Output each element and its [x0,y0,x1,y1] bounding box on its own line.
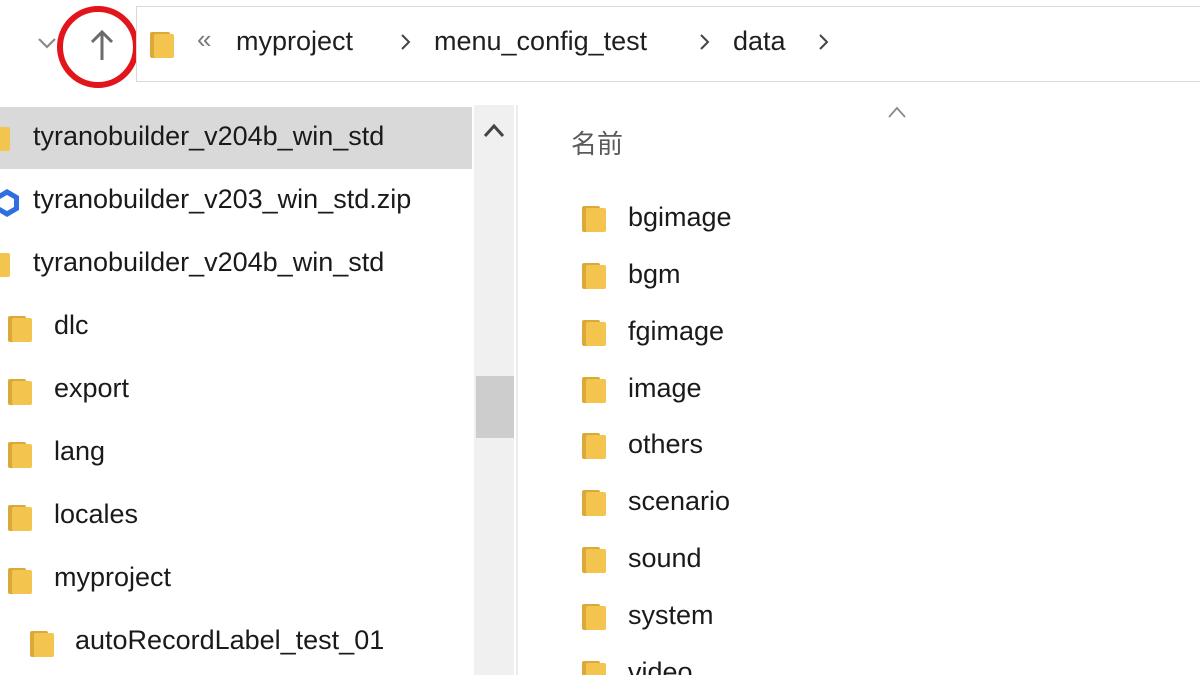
file-item-bgimage[interactable]: bgimage [570,194,1190,246]
folder-icon [8,379,32,405]
breadcrumb-data[interactable]: data [733,26,786,57]
nav-item-label: lang [54,436,106,466]
folder-icon [582,547,606,573]
nav-item-label: tyranobuilder_v204b_win_std [33,121,385,151]
folder-icon [0,127,10,151]
folder-icon [582,320,606,346]
nav-item-lang[interactable]: lang [0,422,474,484]
file-item-label: video [628,657,693,675]
breadcrumb-overflow-icon[interactable]: « [197,24,211,55]
name-column-header[interactable]: 名前 [571,124,623,161]
chevron-right-icon[interactable] [697,33,711,51]
nav-item-dlc[interactable]: dlc [0,296,474,358]
nav-item-label: tyranobuilder_v204b_win_std [33,247,385,277]
chevron-right-icon[interactable] [398,33,412,51]
folder-icon [8,505,32,531]
file-item-label: fgimage [628,316,725,346]
nav-item-autorecordlabel[interactable]: autoRecordLabel_test_01 [0,611,474,673]
folder-icon [150,32,174,58]
nav-item-label: export [54,373,130,403]
file-item-others[interactable]: others [570,421,1190,473]
breadcrumb-myproject[interactable]: myproject [236,26,353,57]
pane-divider[interactable] [516,105,518,675]
folder-icon [582,206,606,232]
folder-icon [30,631,54,657]
file-item-scenario[interactable]: scenario [570,478,1190,530]
nav-item-export[interactable]: export [0,359,474,421]
file-item-label: image [628,373,702,403]
file-item-label: sound [628,543,702,573]
nav-item-label: autoRecordLabel_test_01 [75,625,385,655]
nav-item-locales[interactable]: locales [0,485,474,547]
file-item-label: bgimage [628,202,732,232]
up-arrow-icon[interactable] [82,24,122,66]
chevron-right-icon[interactable] [816,33,830,51]
folder-icon [582,433,606,459]
nav-item-label: tyranobuilder_v203_win_std.zip [33,184,412,214]
file-item-label: scenario [628,486,731,516]
navigation-toolbar: « myproject menu_config_test data [0,0,1200,92]
file-item-label: others [628,429,704,459]
folder-icon [582,490,606,516]
nav-item-tyranobuilder-zip[interactable]: tyranobuilder_v203_win_std.zip [0,170,474,232]
folder-icon [582,661,606,675]
recent-locations-chevron-icon[interactable] [34,30,60,56]
folder-icon [582,263,606,289]
file-item-fgimage[interactable]: fgimage [570,308,1190,360]
folder-icon [582,377,606,403]
nav-item-label: locales [54,499,139,529]
file-item-image[interactable]: image [570,365,1190,417]
scrollbar-thumb[interactable] [476,376,514,438]
folder-icon [8,316,32,342]
navigation-pane: tyranobuilder_v204b_win_std tyranobuilde… [0,92,474,675]
folder-icon [0,253,10,277]
nav-item-label: dlc [54,310,89,340]
nav-item-tyranobuilder-v204b-2[interactable]: tyranobuilder_v204b_win_std [0,233,474,295]
file-item-video[interactable]: video [570,623,1190,675]
folder-icon [8,568,32,594]
zip-archive-icon [0,189,19,217]
folder-icon [8,442,32,468]
nav-item-label: myproject [54,562,172,592]
nav-item-myproject[interactable]: myproject [0,548,474,610]
file-item-sound[interactable]: sound [570,535,1190,587]
file-item-bgm[interactable]: bgm [570,251,1190,303]
sort-ascending-icon [888,106,906,118]
file-item-label: bgm [628,259,681,289]
scroll-up-arrow-icon[interactable] [474,112,514,148]
breadcrumb-menu-config-test[interactable]: menu_config_test [434,26,647,57]
nav-item-tyranobuilder-v204b[interactable]: tyranobuilder_v204b_win_std [0,107,472,169]
